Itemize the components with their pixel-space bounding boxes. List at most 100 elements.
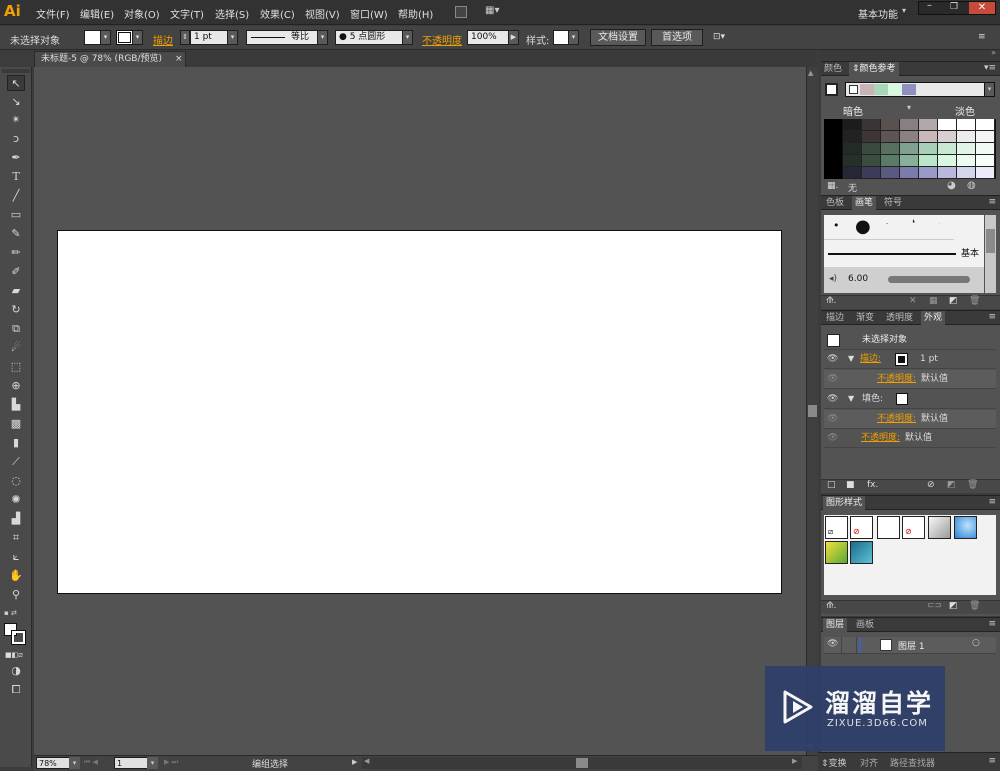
minimize-icon[interactable]: – [927, 0, 932, 11]
artboard-dropdown-icon[interactable]: ▾ [147, 757, 158, 769]
free-transform-tool-icon[interactable]: ⬚ [7, 359, 25, 375]
variation-swatch[interactable] [881, 143, 900, 155]
vertical-scrollbar[interactable]: ▲ ▼ [806, 67, 818, 755]
document-setup-button[interactable]: 文档设置 [590, 29, 646, 46]
tab-stroke[interactable]: 描边 [823, 311, 847, 325]
menu-view[interactable]: 视图(V) [305, 6, 340, 21]
dock-collapse-icon[interactable]: » [991, 48, 996, 57]
tab-gradient[interactable]: 渐变 [853, 311, 877, 325]
artboard-tool-icon[interactable]: ⌗ [7, 530, 25, 546]
artboard-nav-next-last-icon[interactable]: ▶ ⏭ [164, 758, 178, 767]
variation-swatch[interactable] [976, 143, 995, 155]
hand-tool-icon[interactable]: ✋ [7, 568, 25, 584]
tab-pathfinder[interactable]: 路径查找器 [890, 756, 935, 769]
shape-builder-tool-icon[interactable]: ⊕ [7, 378, 25, 394]
variation-swatch[interactable] [957, 131, 976, 143]
fill-swatch[interactable] [84, 30, 101, 45]
stroke-row-label[interactable]: 描边: [860, 350, 881, 368]
variation-swatch[interactable] [862, 143, 881, 155]
variation-swatch[interactable] [957, 143, 976, 155]
lasso-tool-icon[interactable]: ↄ [7, 131, 25, 147]
close-window-icon[interactable]: ✕ [969, 2, 995, 14]
tab-transform[interactable]: ⇕变换 [821, 756, 847, 769]
brush-options-icon[interactable]: ▦ [929, 296, 938, 306]
arrange-documents-icon[interactable]: ▦▾ [485, 5, 507, 19]
add-stroke-icon[interactable]: □ [827, 480, 836, 490]
document-tab[interactable]: 未标题-5 @ 78% (RGB/预览) × [34, 51, 186, 67]
variation-swatch[interactable] [900, 155, 919, 167]
stroke-weight-dropdown-icon[interactable]: ▾ [227, 30, 238, 45]
variation-cells[interactable] [843, 119, 996, 179]
drawing-mode-icon[interactable]: ◑ [7, 663, 25, 679]
variation-swatch[interactable] [843, 167, 862, 179]
opacity-label-link[interactable]: 不透明度 [422, 32, 462, 47]
style-green-leaf[interactable] [825, 541, 848, 564]
variation-swatch[interactable] [881, 131, 900, 143]
restore-icon[interactable]: ❐ [950, 2, 958, 12]
opacity-dropdown-icon[interactable]: ▶ [508, 30, 519, 45]
preferences-button[interactable]: 首选项 [651, 29, 703, 46]
slice-tool-icon[interactable]: ⟀ [7, 549, 25, 565]
style-teal-pattern[interactable] [850, 541, 873, 564]
column-graph-tool-icon[interactable]: ▟ [7, 511, 25, 527]
scale-tool-icon[interactable]: ⧉ [7, 321, 25, 337]
variation-swatch[interactable] [862, 167, 881, 179]
color-wheel-icon[interactable]: ◕ [947, 180, 956, 191]
variation-swatch[interactable] [843, 119, 862, 131]
selection-tool-icon[interactable]: ↖ [7, 75, 25, 91]
color-guide-base-swatch[interactable] [825, 83, 838, 96]
delete-brush-icon[interactable]: 🗑 [969, 296, 980, 306]
style-white[interactable] [877, 516, 900, 539]
tab-symbols[interactable]: 符号 [881, 196, 905, 210]
type-tool-icon[interactable]: T [7, 169, 25, 185]
variation-chevron-icon[interactable]: ▾ [907, 103, 911, 112]
graphic-styles-grid[interactable]: ⧄ ⊘ ⊘ [824, 515, 996, 595]
pen-tool-icon[interactable]: ✒ [7, 150, 25, 166]
control-menu-icon[interactable]: ≡ [978, 32, 986, 42]
eyedropper-tool-icon[interactable]: ⟋ [7, 454, 25, 470]
brush-tip-faint[interactable]: · [938, 220, 940, 228]
direct-selection-tool-icon[interactable]: ↘ [7, 94, 25, 110]
variation-swatch[interactable] [843, 131, 862, 143]
style-gray-gradient[interactable] [928, 516, 951, 539]
tab-appearance[interactable]: 外观 [921, 311, 946, 325]
duplicate-item-icon[interactable]: ◩ [947, 480, 956, 490]
tab-artboards[interactable]: 画板 [853, 618, 877, 632]
mesh-tool-icon[interactable]: ▩ [7, 416, 25, 432]
style-blue-gradient[interactable] [954, 516, 977, 539]
gradient-tool-icon[interactable]: ▮ [7, 435, 25, 451]
delete-graphic-style-icon[interactable]: 🗑 [969, 601, 980, 611]
stroke-opacity-eye-icon[interactable]: 👁 [827, 370, 838, 388]
break-link-icon[interactable]: ⊂⊃ [927, 601, 942, 611]
stroke-profile-field[interactable]: 等比 [246, 30, 318, 45]
variation-swatch[interactable] [862, 119, 881, 131]
style-dropdown-icon[interactable]: ▾ [568, 30, 579, 45]
zoom-tool-icon[interactable]: ⚲ [7, 587, 25, 603]
layer-target-icon[interactable]: ○ [972, 638, 980, 648]
stroke-swatch[interactable] [116, 30, 133, 45]
new-brush-icon[interactable]: ◩ [949, 296, 958, 306]
style-drop-shadow[interactable]: ⊘ [902, 516, 925, 539]
magic-wand-tool-icon[interactable]: ✴ [7, 112, 25, 128]
stroke-expand-icon[interactable]: ▼ [848, 350, 854, 368]
brush-tip-small[interactable]: • [833, 219, 840, 232]
variation-swatch[interactable] [919, 167, 938, 179]
tab-layers[interactable]: 图层 [823, 618, 848, 632]
clear-appearance-icon[interactable]: ⊘ [927, 480, 935, 490]
stroke-label-link[interactable]: 描边 [153, 32, 173, 47]
variation-swatch[interactable] [919, 131, 938, 143]
default-swap-colors-icon[interactable]: ▪ ⇄ [4, 609, 28, 617]
add-effect-icon[interactable]: fx. [867, 480, 878, 490]
rectangle-tool-icon[interactable]: ▭ [7, 207, 25, 223]
stroke-stepper-icon[interactable]: ⇕ [180, 30, 190, 45]
brush-tip-large[interactable]: ● [855, 216, 871, 237]
variation-swatch[interactable] [881, 119, 900, 131]
style-no-fill[interactable]: ⊘ [850, 516, 873, 539]
workspace-switcher[interactable]: 基本功能 [858, 6, 898, 21]
menu-select[interactable]: 选择(S) [215, 6, 249, 21]
fill-opacity-eye-icon[interactable]: 👁 [827, 410, 838, 428]
transform-icon[interactable]: ⊡▾ [713, 32, 725, 42]
fill-dropdown-icon[interactable]: ▾ [100, 30, 111, 45]
variation-swatch[interactable] [957, 167, 976, 179]
style-swatch[interactable] [553, 30, 569, 45]
